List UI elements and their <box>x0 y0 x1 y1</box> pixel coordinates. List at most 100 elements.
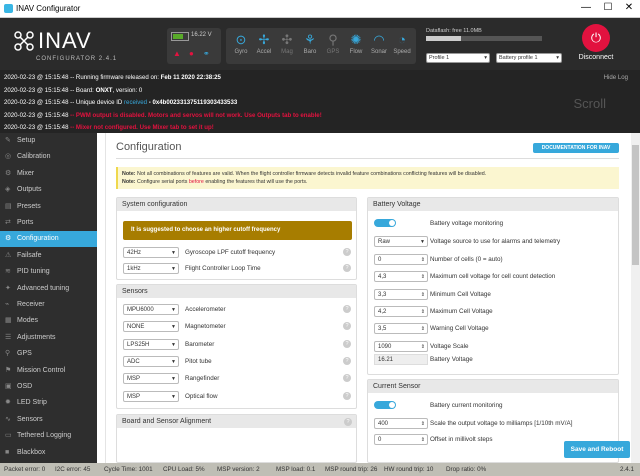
select-field[interactable]: MPU6000 ▼ <box>123 304 179 315</box>
hide-log-link[interactable]: Hide Log <box>604 74 628 81</box>
sensor-label: Accel <box>256 49 272 55</box>
field-label: Voltage source to use for alarms and tel… <box>430 238 561 245</box>
select-field[interactable]: LPS25H ▼ <box>123 338 179 350</box>
number-input[interactable]: 3,3 ⇕ <box>374 288 428 300</box>
field-label: Pitot tube <box>185 357 212 365</box>
select-field[interactable]: NONE ▼ <box>123 321 179 333</box>
sidebar-item-ports[interactable]: ⇄ Ports <box>0 215 97 231</box>
help-icon[interactable]: ? <box>343 339 351 348</box>
field-value: 0 <box>378 437 382 443</box>
voltage-source-row: Raw ▼ Voltage source to use for alarms an… <box>374 236 614 248</box>
help-icon[interactable]: ? <box>343 264 351 272</box>
minimize-button[interactable]: — <box>576 2 596 13</box>
sidebar-item-receiver[interactable]: ⌁ Receiver <box>0 297 97 313</box>
sidebar-item-label: Ports <box>17 219 34 226</box>
blackbox-icon: ■ <box>5 448 10 456</box>
voltage-monitoring-toggle[interactable] <box>374 219 396 227</box>
sidebar-item-osd[interactable]: ▣ OSD <box>0 379 97 395</box>
field-label: Minimum Cell Voltage <box>430 290 491 298</box>
sidebar-item-label: LED Strip <box>17 399 47 407</box>
number-input[interactable]: 4,2 ⇕ <box>374 305 428 317</box>
sidebar-item-outputs[interactable]: ◈ Outputs <box>0 182 97 198</box>
number-input[interactable]: 0 ⇕ <box>374 434 428 445</box>
scroll-indicator[interactable]: Scroll <box>573 96 606 111</box>
dropdown-arrow-icon: ▼ <box>171 376 176 383</box>
battery-voltage-readout: 16.21 <box>374 354 428 365</box>
help-icon[interactable]: ? <box>343 356 351 365</box>
mission-icon: ⚑ <box>5 366 12 374</box>
sidebar-item-gps[interactable]: ⚲ GPS <box>0 346 97 362</box>
sensor-flow: ✺ Flow <box>345 31 367 55</box>
help-icon[interactable]: ? <box>343 248 351 256</box>
number-input[interactable]: 0 ⇕ <box>374 254 428 265</box>
number-input[interactable]: 1090 ⇕ <box>374 340 428 352</box>
sidebar-item-label: Advanced tuning <box>17 284 70 292</box>
toggle-label: Battery voltage monitoring <box>430 220 504 227</box>
sidebar-item-calibration[interactable]: ◎ Calibration <box>0 149 97 165</box>
disconnect-button[interactable]: ⏻ Disconnect <box>576 24 616 68</box>
log-warning: -- Mixer not configured. Use Mixer tab t… <box>70 124 214 131</box>
sidebar-item-label: Adjustments <box>17 333 56 341</box>
sensor-label: Flow <box>349 49 363 55</box>
sidebar-item-modes[interactable]: ▦ Modes <box>0 313 97 329</box>
panel-title: Current Sensor <box>368 380 618 393</box>
sidebar-item-mission-control[interactable]: ⚑ Mission Control <box>0 363 97 379</box>
log-timestamp: 2020-02-23 @ 15:15:48 <box>4 99 71 106</box>
select-field[interactable]: MSP ▼ <box>123 390 179 402</box>
sidebar-item-presets[interactable]: ▤ Presets <box>0 199 97 215</box>
documentation-button[interactable]: DOCUMENTATION FOR INAV <box>533 143 619 153</box>
current-monitoring-toggle[interactable] <box>374 401 396 409</box>
note-box: Note: Not all combinations of features a… <box>116 167 619 189</box>
battery-profile-select[interactable]: Battery profile 1 ▾ <box>496 53 562 63</box>
sidebar-item-setup[interactable]: ✎ Setup <box>0 133 97 149</box>
profile-select[interactable]: Profile 1 ▾ <box>426 53 490 63</box>
select-field[interactable]: 42Hz ▼ <box>123 247 179 258</box>
select-field[interactable]: ADC ▼ <box>123 355 179 367</box>
sidebar-item-label: Blackbox <box>17 448 46 456</box>
dropdown-arrow-icon: ▼ <box>171 266 176 272</box>
field-value: 3,5 <box>378 326 387 333</box>
select-field[interactable]: MSP ▼ <box>123 373 179 385</box>
field-label: Maximum cell voltage for cell count dete… <box>430 273 556 281</box>
help-icon[interactable]: ? <box>343 374 351 383</box>
inav-logo: INAV CONFIGURATOR 2.4.1 <box>14 28 116 62</box>
close-button[interactable]: ✕ <box>619 2 639 13</box>
select-field[interactable]: 1kHz ▼ <box>123 263 179 274</box>
help-icon[interactable]: ? <box>344 418 352 426</box>
field-value: 400 <box>378 421 389 427</box>
field-label: Offset in millivolt steps <box>430 436 493 443</box>
sidebar-item-adjustments[interactable]: ☰ Adjustments <box>0 330 97 346</box>
sidebar-item-led-strip[interactable]: ✹ LED Strip <box>0 395 97 411</box>
panel-title: Sensors <box>117 285 356 298</box>
disconnect-label: Disconnect <box>578 54 614 61</box>
save-and-reboot-button[interactable]: Save and Reboot <box>564 441 630 458</box>
config-row: 3,5 ⇕ Warning Cell Voltage <box>374 323 604 335</box>
maximize-button[interactable]: ☐ <box>598 2 618 13</box>
log-timestamp: 2020-02-23 @ 15:15:48 <box>4 86 71 94</box>
sidebar-item-blackbox[interactable]: ■ Blackbox <box>0 445 97 461</box>
number-input[interactable]: 3,5 ⇕ <box>374 323 428 335</box>
config-row: 1kHz ▼ Flight Controller Loop Time? <box>123 263 353 275</box>
field-label: Gyroscope LPF cutoff frequency <box>185 249 276 256</box>
voltage-source-select[interactable]: Raw ▼ <box>374 236 428 247</box>
number-input[interactable]: 400 ⇕ <box>374 418 428 429</box>
sidebar-item-pid-tuning[interactable]: ≋ PID tuning <box>0 264 97 280</box>
number-input[interactable]: 4,3 ⇕ <box>374 271 428 283</box>
sidebar-item-tethered-logging[interactable]: ▭ Tethered Logging <box>0 428 97 444</box>
flow-icon: ✺ <box>350 32 362 47</box>
sidebar-item-configuration[interactable]: ⚙ Configuration <box>0 231 97 248</box>
field-label: Voltage Scale <box>430 342 469 350</box>
sidebar-item-advanced-tuning[interactable]: ✦ Advanced tuning <box>0 281 97 297</box>
sidebar-item-label: Configuration <box>17 235 59 243</box>
help-icon[interactable]: ? <box>343 305 351 313</box>
sidebar-item-failsafe[interactable]: ⚠ Failsafe <box>0 248 97 264</box>
help-icon[interactable]: ? <box>343 322 351 331</box>
main-content: Configuration DOCUMENTATION FOR INAV Not… <box>97 133 640 463</box>
sensors-icon: ∿ <box>5 415 11 423</box>
sidebar-item-sensors[interactable]: ∿ Sensors <box>0 412 97 428</box>
status-item: I2C error: 45 <box>55 466 91 473</box>
help-icon[interactable]: ? <box>343 391 351 400</box>
content-scrollbar[interactable] <box>631 133 640 463</box>
baro-icon: ⚘ <box>304 32 316 47</box>
sidebar-item-mixer[interactable]: ⚙ Mixer <box>0 166 97 182</box>
